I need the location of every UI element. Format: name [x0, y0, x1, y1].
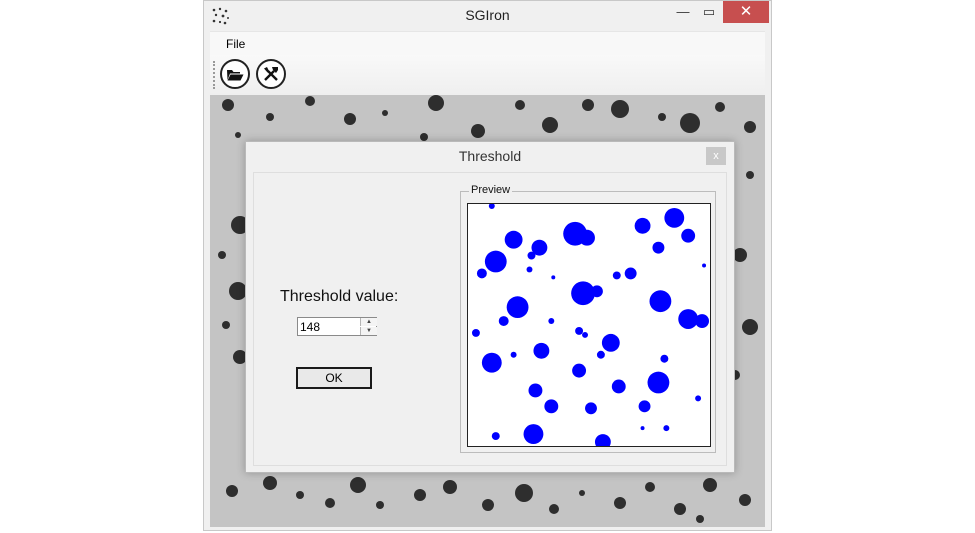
- preview-label: Preview: [469, 184, 513, 196]
- title-bar: SGIron — ▭ ✕: [204, 1, 771, 31]
- open-folder-icon: [227, 70, 244, 81]
- dialog-close-button[interactable]: x: [706, 147, 726, 165]
- threshold-dialog: Threshold x Threshold value: ▲ ▼ OK Prev…: [245, 141, 735, 473]
- threshold-input[interactable]: [298, 318, 362, 335]
- menu-file[interactable]: File: [226, 37, 245, 51]
- toolbar-grip[interactable]: [213, 61, 218, 89]
- spin-up-icon[interactable]: ▲: [360, 318, 377, 326]
- settings-button[interactable]: [256, 59, 286, 89]
- open-button[interactable]: [220, 59, 250, 89]
- threshold-label: Threshold value:: [280, 288, 399, 305]
- dialog-title: Threshold: [458, 148, 522, 164]
- preview-group: Preview: [460, 184, 716, 453]
- dialog-content: Threshold value: ▲ ▼ OK Preview: [253, 172, 727, 466]
- toolbar: [210, 55, 765, 95]
- tools-icon: [264, 67, 278, 81]
- close-button[interactable]: ✕: [723, 1, 769, 23]
- preview-image: [467, 203, 711, 447]
- minimize-button[interactable]: —: [670, 1, 696, 23]
- spin-down-icon[interactable]: ▼: [360, 327, 377, 335]
- menu-bar: File: [210, 31, 765, 56]
- threshold-stepper: ▲ ▼: [297, 317, 377, 336]
- maximize-button[interactable]: ▭: [696, 1, 722, 23]
- ok-button[interactable]: OK: [296, 367, 372, 389]
